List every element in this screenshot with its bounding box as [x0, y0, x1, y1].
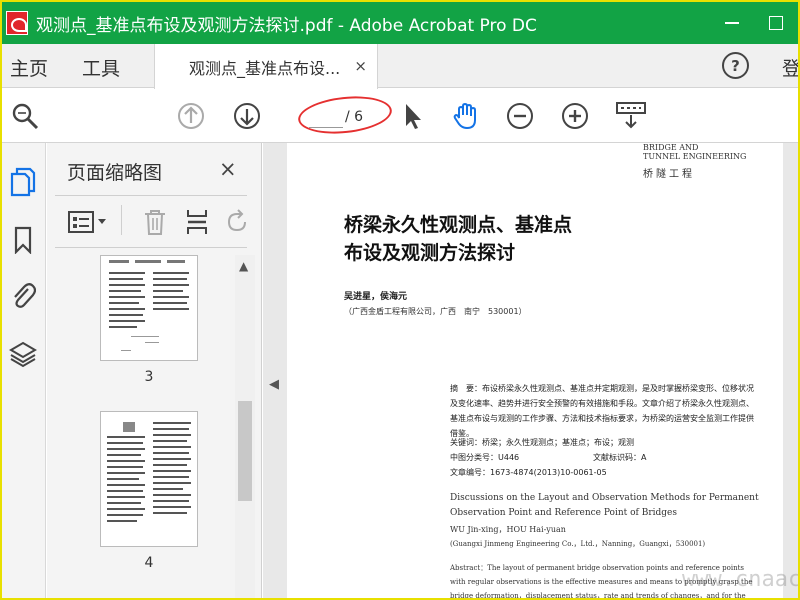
thumbnail-list: 3 4	[47, 255, 235, 598]
english-affiliation: (Guangxi Jinmeng Engineering Co.，Ltd.，Na…	[450, 540, 706, 548]
keyboard-icon[interactable]	[614, 101, 648, 131]
authors: 吴进星，侯海元	[344, 292, 408, 302]
bookmark-icon[interactable]	[8, 223, 38, 257]
classification-number: 中图分类号：U446	[450, 453, 520, 462]
rotate-page-icon[interactable]	[223, 205, 251, 239]
pdf-page: BRIDGE AND TUNNEL ENGINEERING 桥隧工程 桥梁永久性…	[287, 143, 783, 598]
close-tab-icon[interactable]: ×	[354, 57, 367, 75]
previous-page-icon[interactable]	[176, 101, 206, 131]
thumbnail-label: 3	[144, 369, 154, 385]
close-panel-icon[interactable]: ×	[219, 157, 237, 181]
toolbar: / 6	[2, 89, 798, 143]
delete-page-icon[interactable]	[141, 205, 169, 239]
keywords: 关键词：桥梁；永久性观测点；基准点；布设；观测	[450, 438, 634, 447]
watermark: www.cnaac.com	[682, 567, 800, 592]
english-title: Discussions on the Layout and Observatio…	[450, 493, 759, 518]
page-thumbnails-icon[interactable]	[8, 165, 38, 199]
maximize-button[interactable]	[754, 2, 798, 44]
panel-divider	[55, 195, 247, 196]
thumbnail-scrollbar[interactable]: ▲	[235, 255, 255, 598]
panel-toolbar-divider	[121, 205, 122, 235]
document-title-line-1: 桥梁永久性观测点、基准点	[344, 214, 573, 236]
window-controls	[710, 2, 798, 44]
page-thumbnail-3[interactable]	[100, 255, 198, 361]
attachment-icon[interactable]	[8, 279, 38, 313]
panel-title: 页面缩略图	[67, 162, 163, 184]
scroll-up-icon[interactable]: ▲	[239, 259, 248, 273]
help-icon[interactable]: ?	[722, 52, 749, 79]
tab-document[interactable]: 观测点_基准点布设... ×	[154, 44, 378, 89]
english-authors: WU Jin-xing，HOU Hai-yuan	[450, 525, 566, 534]
thumbnail-label: 4	[144, 555, 154, 571]
options-menu-icon[interactable]	[67, 205, 111, 239]
tab-tools[interactable]: 工具	[82, 54, 120, 81]
zoom-out-icon[interactable]	[505, 101, 535, 131]
search-icon[interactable]	[10, 101, 40, 131]
collapse-panel-icon[interactable]: ◀	[269, 377, 279, 392]
document-viewer: ◀ BRIDGE AND TUNNEL ENGINEERING 桥隧工程 桥梁永…	[263, 143, 798, 598]
journal-logo: BRIDGE AND TUNNEL ENGINEERING 桥隧工程	[643, 143, 783, 183]
next-page-icon[interactable]	[232, 101, 262, 131]
hand-tool-icon[interactable]	[450, 101, 480, 131]
window-title: 观测点_基准点布设及观测方法探讨.pdf - Adobe Acrobat Pro…	[36, 15, 537, 36]
tab-home[interactable]: 主页	[10, 54, 48, 81]
insert-page-icon[interactable]	[183, 205, 211, 239]
document-code: 文献标识码：A	[593, 453, 647, 462]
tab-document-label: 观测点_基准点布设...	[189, 58, 341, 78]
title-bar: 观测点_基准点布设及观测方法探讨.pdf - Adobe Acrobat Pro…	[2, 2, 798, 44]
sign-in-link[interactable]: 登	[782, 54, 798, 81]
document-title-line-2: 布设及观测方法探讨	[344, 242, 516, 264]
logo-text-1: BRIDGE AND	[643, 143, 699, 152]
acrobat-icon	[6, 11, 28, 35]
abstract-chinese: 摘 要：布设桥梁永久性观测点、基准点并定期观测，是及时掌握桥梁变形、位移状况及变…	[450, 384, 754, 438]
article-number: 文章编号：1673-4874(2013)10-0061-05	[450, 468, 607, 477]
left-rail	[2, 143, 46, 598]
minimize-button[interactable]	[710, 2, 754, 44]
zoom-in-icon[interactable]	[560, 101, 590, 131]
thumbnails-panel: 页面缩略图 × 3 4 ▲	[47, 143, 262, 598]
app-window: 观测点_基准点布设及观测方法探讨.pdf - Adobe Acrobat Pro…	[0, 0, 800, 600]
logo-text-2: TUNNEL ENGINEERING	[643, 152, 747, 161]
tab-bar: 主页 工具 观测点_基准点布设... × ? 登	[2, 44, 798, 89]
document-title: 桥梁永久性观测点、基准点 布设及观测方法探讨	[344, 211, 572, 267]
panel-divider-2	[55, 247, 247, 248]
logo-text-cn: 桥隧工程	[643, 169, 695, 180]
page-thumbnail-4[interactable]	[100, 411, 198, 547]
scrollbar-thumb[interactable]	[238, 401, 252, 501]
layers-icon[interactable]	[8, 337, 38, 371]
select-tool-icon[interactable]	[398, 101, 428, 131]
panel-toolbar	[55, 201, 247, 245]
affiliation: （广西金盾工程有限公司，广西 南宁 530001）	[344, 307, 527, 316]
